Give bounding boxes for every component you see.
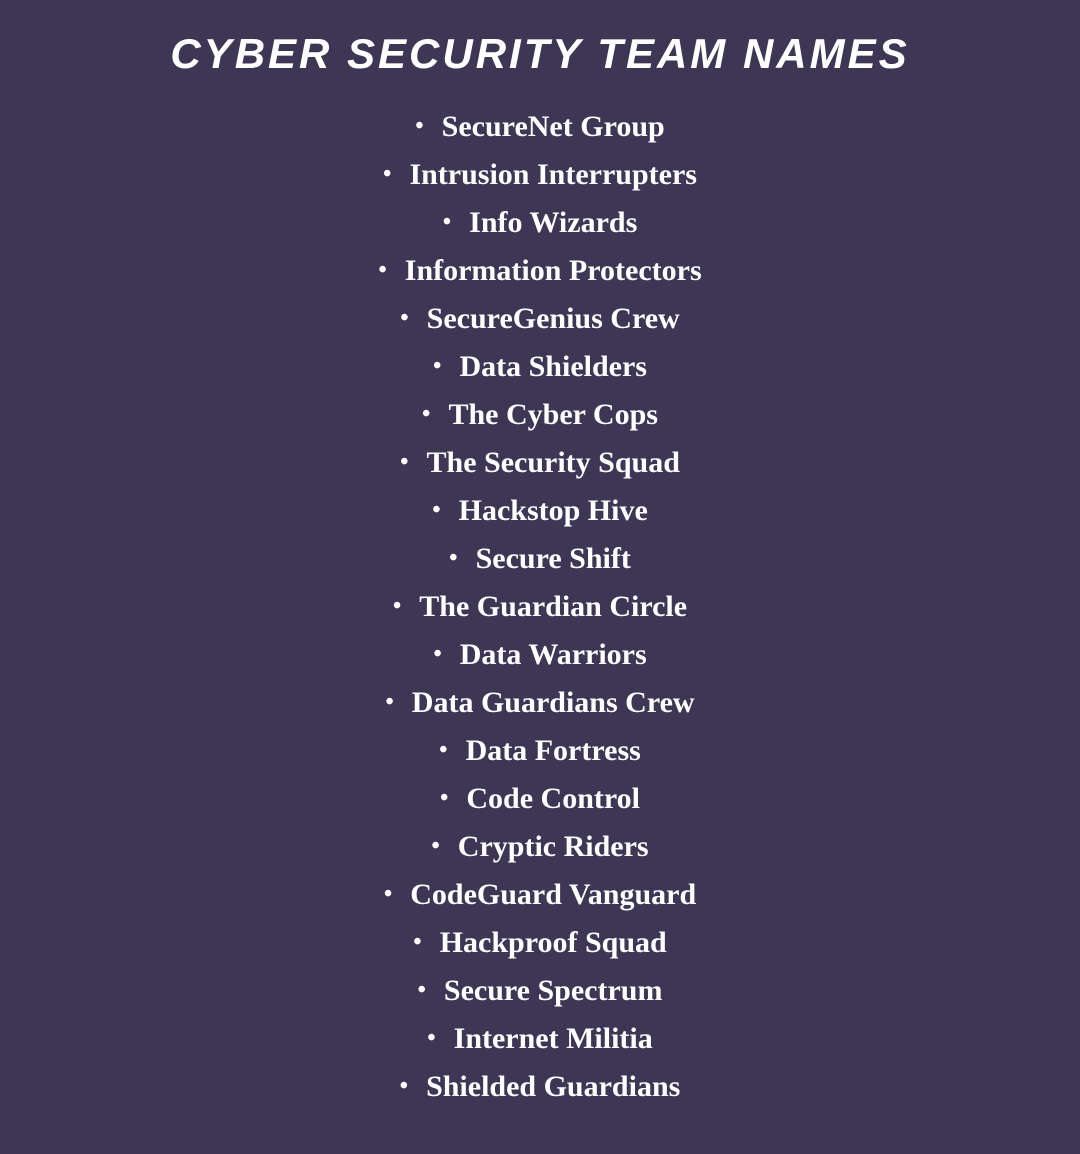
list-item: The Security Squad [90,442,990,484]
list-item-label: Internet Militia [454,1018,653,1060]
team-names-list: SecureNet Group Intrusion Interrupters Inf… [90,106,990,1114]
list-container: SecureNet Group Intrusion Interrupters Inf… [20,106,1060,1114]
list-item-label: The Security Squad [427,442,680,484]
list-item-label: SecureNet Group [442,106,665,148]
list-item: Data Shielders [90,346,990,388]
list-item: Cryptic Riders [90,826,990,868]
list-item-label: Data Fortress [466,730,641,772]
list-item-label: Info Wizards [469,202,637,244]
list-item: Shielded Guardians [90,1066,990,1108]
list-item: Code Control [90,778,990,820]
list-item-label: Data Guardians Crew [412,682,695,724]
list-item-label: Code Control [466,778,640,820]
list-item: SecureGenius Crew [90,298,990,340]
list-item-label: Hackproof Squad [440,922,667,964]
list-item-label: Cryptic Riders [458,826,649,868]
list-item: Data Guardians Crew [90,682,990,724]
list-item-label: Secure Shift [476,538,631,580]
list-item: Data Warriors [90,634,990,676]
list-item: The Guardian Circle [90,586,990,628]
list-item-label: Shielded Guardians [426,1066,680,1108]
list-item-label: Data Warriors [460,634,647,676]
list-item-label: The Guardian Circle [419,586,687,628]
list-item: Data Fortress [90,730,990,772]
list-item-label: The Cyber Cops [448,394,657,436]
list-item-label: SecureGenius Crew [427,298,680,340]
list-item-label: Information Protectors [405,250,702,292]
list-item-label: Secure Spectrum [444,970,663,1012]
list-item-label: Hackstop Hive [459,490,648,532]
list-item: SecureNet Group [90,106,990,148]
page-title: CYBER SECURITY TEAM NAMES [170,30,909,78]
list-item: The Cyber Cops [90,394,990,436]
list-item: Intrusion Interrupters [90,154,990,196]
list-item-label: Intrusion Interrupters [409,154,697,196]
list-item: CodeGuard Vanguard [90,874,990,916]
list-item: Information Protectors [90,250,990,292]
list-item: Internet Militia [90,1018,990,1060]
list-item: Hackproof Squad [90,922,990,964]
list-item-label: CodeGuard Vanguard [410,874,696,916]
list-item-label: Data Shielders [459,346,647,388]
list-item: Secure Shift [90,538,990,580]
list-item: Secure Spectrum [90,970,990,1012]
list-item: Info Wizards [90,202,990,244]
list-item: Hackstop Hive [90,490,990,532]
